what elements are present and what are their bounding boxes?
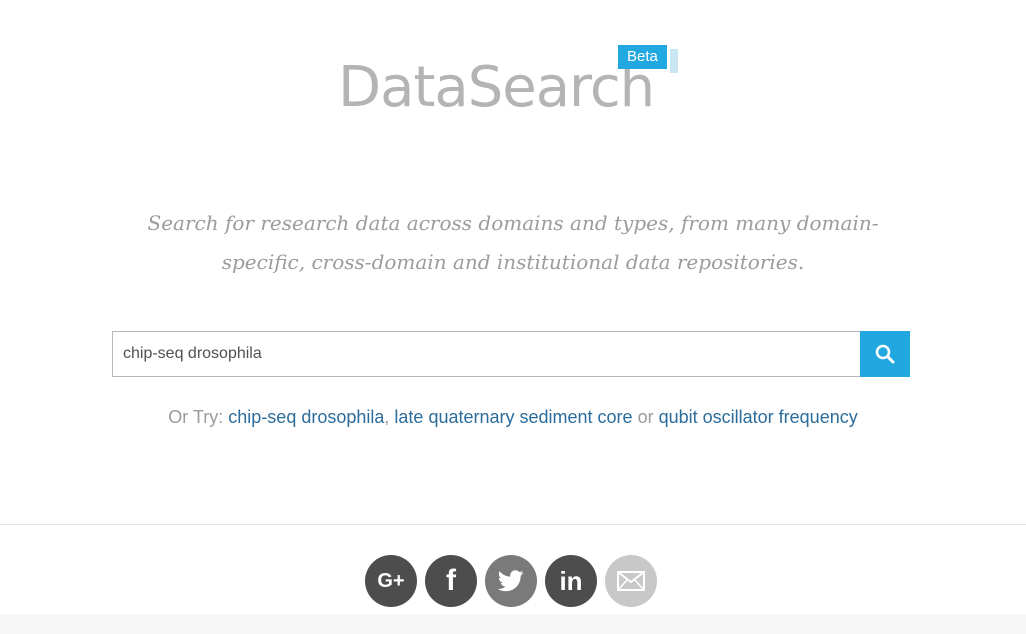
beta-badge: Beta bbox=[618, 45, 667, 69]
email-icon bbox=[617, 571, 645, 591]
suggestions-prefix: Or Try: bbox=[168, 407, 224, 427]
suggestion-link-sediment-core[interactable]: late quaternary sediment core bbox=[394, 407, 632, 427]
search-input[interactable] bbox=[112, 331, 860, 377]
tagline: Search for research data across domains … bbox=[147, 211, 879, 274]
footer-divider bbox=[0, 524, 1026, 525]
email-button[interactable] bbox=[605, 555, 657, 607]
suggestion-link-qubit[interactable]: qubit oscillator frequency bbox=[659, 407, 858, 427]
search-icon bbox=[875, 344, 895, 364]
facebook-button[interactable]: f bbox=[425, 555, 477, 607]
twitter-icon bbox=[498, 570, 524, 592]
google-plus-button[interactable]: G+ bbox=[365, 555, 417, 607]
suggestion-link-chip-seq[interactable]: chip-seq drosophila bbox=[228, 407, 384, 427]
facebook-icon: f bbox=[446, 564, 456, 597]
twitter-button[interactable] bbox=[485, 555, 537, 607]
search-bar bbox=[112, 331, 910, 377]
google-plus-icon: G+ bbox=[377, 569, 405, 592]
beta-badge-fold bbox=[670, 49, 678, 73]
logo-text: DataSearch bbox=[338, 55, 655, 120]
suggestion-separator-comma: , bbox=[384, 407, 390, 427]
suggestion-separator-or: or bbox=[637, 407, 654, 427]
page: DataSearch Beta Search for research data… bbox=[0, 0, 1026, 634]
linkedin-icon: in bbox=[559, 565, 583, 596]
footer-background bbox=[0, 614, 1026, 634]
linkedin-button[interactable]: in bbox=[545, 555, 597, 607]
logo[interactable]: DataSearch Beta bbox=[338, 44, 688, 124]
suggestions: Or Try: chip-seq drosophila, late quater… bbox=[0, 405, 1026, 429]
search-button[interactable] bbox=[860, 331, 910, 377]
